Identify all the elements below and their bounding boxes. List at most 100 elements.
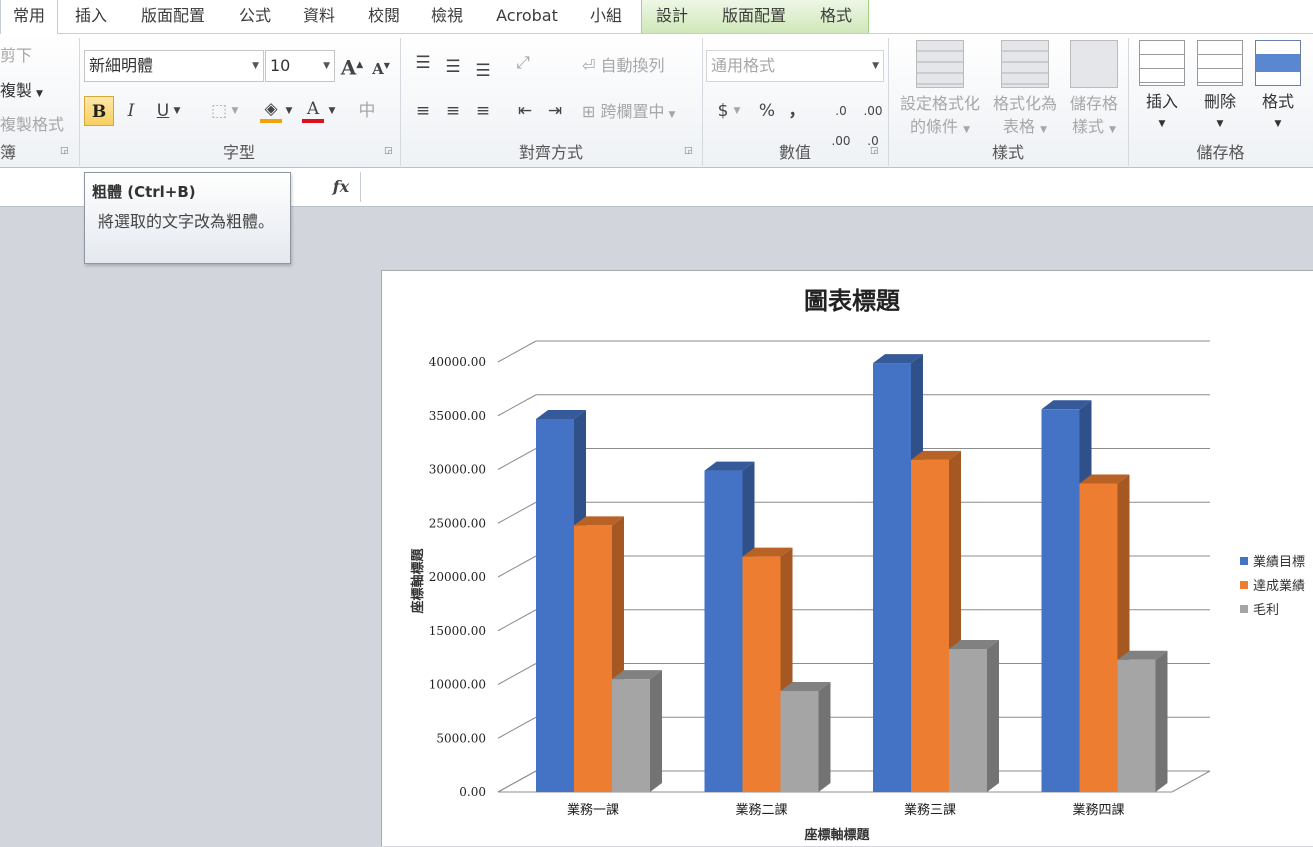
insert-function-button[interactable]: fx xyxy=(322,172,361,202)
clipboard-group-label: 簿 xyxy=(0,143,17,162)
x-axis-title[interactable]: 座標軸標題 xyxy=(803,827,870,843)
align-middle-icon[interactable]: ☰ xyxy=(438,52,468,82)
fill-color-swatch xyxy=(260,119,282,123)
chevron-down-icon[interactable]: ▼ xyxy=(170,96,184,126)
align-left-icon[interactable]: ≡ xyxy=(408,96,438,126)
align-bottom-icon[interactable]: ☰ xyxy=(468,56,498,86)
gridline-depth xyxy=(497,448,537,470)
chart-area[interactable]: 圖表標題 座標軸標題 座標軸標題 0.00 5000.00 10000.00 1500… xyxy=(381,270,1313,846)
bar xyxy=(911,459,949,792)
tab-acrobat[interactable]: Acrobat xyxy=(484,0,570,33)
insert-cells-icon xyxy=(1139,40,1185,86)
legend-swatch xyxy=(1240,605,1248,613)
tab-chart-format[interactable]: 格式 xyxy=(810,0,862,33)
decrease-decimal-icon[interactable]: .00 .0 xyxy=(858,96,888,148)
format-cells-button[interactable]: 格式 ▼ xyxy=(1250,40,1306,136)
merge-center-label: 跨欄置中 xyxy=(600,102,665,121)
gridline-depth xyxy=(497,663,537,685)
tab-view[interactable]: 檢視 xyxy=(420,0,474,33)
formula-input[interactable] xyxy=(362,170,1310,204)
insert-cells-button[interactable]: 插入 ▼ xyxy=(1134,40,1190,136)
chart-title[interactable]: 圖表標題 xyxy=(804,286,901,315)
bar xyxy=(574,525,612,792)
clipboard-launcher-icon[interactable]: ◲ xyxy=(60,147,70,157)
number-format-combo[interactable]: 通用格式 ▼ xyxy=(706,50,884,82)
tab-home[interactable]: 常用 xyxy=(0,0,58,34)
chevron-down-icon[interactable]: ▼ xyxy=(730,96,744,126)
alignment-group-label: 對齊方式 xyxy=(518,143,583,162)
chevron-down-icon: ▼ xyxy=(1040,125,1048,135)
percent-button[interactable]: % xyxy=(752,96,782,126)
font-name-value: 新細明體 xyxy=(89,56,154,75)
font-size-value: 10 xyxy=(270,56,291,75)
chevron-down-icon: ▼ xyxy=(668,110,676,120)
gridline-depth xyxy=(497,555,537,578)
font-launcher-icon[interactable]: ◲ xyxy=(384,147,394,157)
conditional-formatting-line1: 設定格式化 xyxy=(899,94,980,113)
font-color-icon[interactable]: A xyxy=(298,94,328,124)
chevron-down-icon[interactable]: ▼ xyxy=(325,96,339,126)
y-tick-label: 10000.00 xyxy=(429,678,486,692)
y-axis-title[interactable]: 座標軸標題 xyxy=(410,548,426,615)
chevron-down-icon[interactable]: ▼ xyxy=(282,96,296,126)
copy-label: 複製 xyxy=(0,81,33,100)
phonetic-guide-button[interactable]: 中 xyxy=(352,96,382,126)
align-right-icon[interactable]: ≡ xyxy=(468,96,498,126)
tab-chart-design[interactable]: 設計 xyxy=(646,0,698,33)
tab-page-layout[interactable]: 版面配置 xyxy=(128,0,218,33)
tab-formulas[interactable]: 公式 xyxy=(226,0,284,33)
increase-indent-icon[interactable]: ⇥ xyxy=(540,96,570,126)
bar xyxy=(536,418,574,792)
chart-svg: 圖表標題 座標軸標題 座標軸標題 0.00 5000.00 10000.00 1500… xyxy=(410,286,1305,843)
legend[interactable]: 業績目標達成業績毛利 xyxy=(1240,554,1305,618)
chevron-down-icon: ▼ xyxy=(1158,119,1166,129)
number-launcher-icon[interactable]: ◲ xyxy=(870,147,880,157)
y-tick-label: 30000.00 xyxy=(429,463,486,477)
y-tick-label: 20000.00 xyxy=(429,570,486,584)
font-name-combo[interactable]: 新細明體 ▼ xyxy=(84,50,264,82)
font-size-combo[interactable]: 10 ▼ xyxy=(265,50,335,82)
bold-button[interactable]: B xyxy=(84,96,114,126)
grow-font-icon[interactable]: A▲ xyxy=(337,50,367,80)
tab-review[interactable]: 校閱 xyxy=(356,0,412,33)
bar xyxy=(742,556,781,792)
bar xyxy=(1117,659,1156,792)
cell-styles-button[interactable]: 儲存格 樣式 ▼ xyxy=(1064,40,1124,142)
y-tick-label: 15000.00 xyxy=(429,624,486,638)
merge-center-button[interactable]: ⊞ 跨欄置中 ▼ xyxy=(582,98,675,122)
bar xyxy=(780,690,819,792)
chevron-down-icon: ▼ xyxy=(1274,119,1282,129)
decrease-indent-icon[interactable]: ⇤ xyxy=(510,96,540,126)
delete-cells-button[interactable]: 刪除 ▼ xyxy=(1192,40,1248,136)
align-top-icon[interactable]: ☰ xyxy=(408,48,438,78)
format-as-table-button[interactable]: 格式化為 表格 ▼ xyxy=(988,40,1062,142)
cell-styles-icon xyxy=(1070,40,1118,88)
copy-button[interactable]: 複製 ▼ xyxy=(0,77,43,101)
wrap-text-button[interactable]: ⏎ 自動換列 xyxy=(582,52,665,76)
tab-team[interactable]: 小組 xyxy=(580,0,632,33)
conditional-formatting-button[interactable]: 設定格式化 的條件 ▼ xyxy=(893,40,987,142)
alignment-launcher-icon[interactable]: ◲ xyxy=(684,147,694,157)
tab-insert[interactable]: 插入 xyxy=(62,0,120,33)
x-tick-label: 業務一課 xyxy=(567,802,619,818)
gridline-depth xyxy=(497,609,537,632)
wrap-text-label: 自動換列 xyxy=(600,56,665,75)
legend-label: 達成業績 xyxy=(1253,578,1305,594)
italic-button[interactable]: I xyxy=(116,96,146,126)
tooltip-body: 將選取的文字改為粗體。 xyxy=(98,212,275,231)
tab-chart-layout[interactable]: 版面配置 xyxy=(708,0,800,33)
comma-button[interactable]: ， xyxy=(782,96,812,126)
align-center-icon[interactable]: ≡ xyxy=(438,96,468,126)
bar xyxy=(949,649,987,792)
chevron-down-icon: ▼ xyxy=(323,61,330,71)
tab-data[interactable]: 資料 xyxy=(292,0,346,33)
y-tick-label: 35000.00 xyxy=(429,409,486,423)
shrink-font-icon[interactable]: A▼ xyxy=(366,50,396,80)
increase-decimal-icon[interactable]: .0 .00 xyxy=(826,96,856,148)
cut-button[interactable]: 剪下 xyxy=(0,42,32,66)
format-as-table-line2: 表格 ▼ xyxy=(1002,117,1048,136)
format-painter-button[interactable]: 複製格式 xyxy=(0,111,64,135)
chevron-down-icon[interactable]: ▼ xyxy=(228,96,242,126)
orientation-icon[interactable]: ⤢ xyxy=(508,48,538,78)
chevron-down-icon: ▼ xyxy=(963,125,971,135)
